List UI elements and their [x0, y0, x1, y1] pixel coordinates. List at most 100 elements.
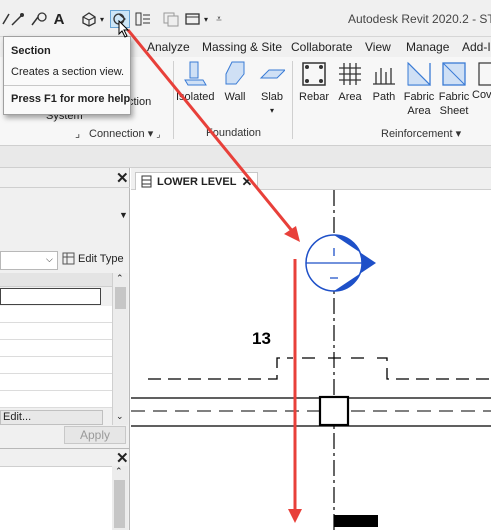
slab-foundation-icon [258, 60, 286, 88]
dropdown-arrow-icon[interactable]: ▾ [202, 10, 210, 28]
group-reinforcement-label: Reinforcement [381, 128, 453, 140]
rebar-button[interactable]: Rebar [296, 60, 332, 104]
dimension-icon[interactable] [10, 10, 26, 28]
wall-label: Wall [224, 91, 246, 103]
scroll-down-icon[interactable]: ⌄ [116, 411, 124, 422]
apply-button-label: Apply [79, 428, 111, 442]
property-row[interactable] [0, 357, 112, 374]
isolated-foundation-icon [181, 60, 209, 88]
tooltip-help: Press F1 for more help [11, 93, 131, 105]
close-icon[interactable]: ✕ [116, 169, 129, 187]
wall-foundation-button[interactable]: Wall [218, 60, 252, 104]
tab-collaborate[interactable]: Collaborate [291, 40, 352, 54]
section-tail-mark [334, 515, 378, 527]
scrollbar-thumb[interactable] [115, 287, 126, 309]
3d-view-icon[interactable] [80, 10, 98, 28]
properties-panel: ✕ ▼ ⌵ Edit Type ⌃ ⌄ Edit... Apply ✕ ⌃ [0, 168, 130, 530]
cover-label: Cov [472, 89, 491, 101]
arrow-head [288, 509, 302, 523]
wall-line[interactable] [131, 397, 491, 427]
scroll-up-icon[interactable]: ⌃ [116, 273, 124, 284]
drawing-canvas[interactable]: 13 [131, 190, 491, 530]
footing-outline[interactable] [148, 357, 491, 380]
floor-plan-drawing[interactable] [131, 190, 491, 530]
property-row[interactable] [0, 374, 112, 391]
measure-icon[interactable] [2, 10, 10, 28]
tab-lower-level[interactable]: LOWER LEVEL ✕ [135, 172, 259, 190]
instance-filter-select[interactable]: ⌵ [0, 251, 58, 270]
tab-view[interactable]: View [365, 40, 391, 54]
property-row[interactable] [0, 306, 112, 323]
path-reinforcement-button[interactable]: Path [369, 60, 399, 104]
slab-foundation-button[interactable]: Slab ▾ [256, 60, 288, 118]
mouse-cursor-icon [118, 20, 130, 38]
group-connection[interactable]: Connection ▾ ⌟ [89, 127, 161, 140]
properties-header [0, 168, 130, 188]
path-reinforcement-icon [370, 60, 398, 88]
tooltip-description: Creates a section view. [11, 66, 125, 78]
property-row[interactable] [0, 323, 112, 340]
fabric-area-label-1: Fabric [403, 91, 435, 103]
view-tab-bar: LOWER LEVEL ✕ [131, 168, 491, 190]
project-browser-scrollbar[interactable]: ⌃ [112, 466, 128, 530]
properties-group-header [0, 273, 112, 287]
tab-manage[interactable]: Manage [406, 40, 449, 54]
connection-action-label[interactable]: ction [128, 95, 151, 109]
floor-plan-icon [141, 175, 152, 188]
group-foundation-label[interactable]: Foundation [206, 127, 261, 139]
dropdown-arrow-icon[interactable]: ▾ [98, 10, 106, 28]
view-tab-title: LOWER LEVEL [157, 175, 237, 188]
isolated-foundation-button[interactable]: Isolated [176, 60, 215, 104]
app-title: Autodesk Revit 2020.2 - STRU [348, 12, 491, 26]
fabric-area-label-2: Area [407, 105, 431, 117]
tab-add-ins[interactable]: Add-Ins [462, 40, 491, 54]
fabric-area-button[interactable]: Fabric Area [402, 60, 436, 118]
type-selector-dropdown-icon[interactable]: ▼ [119, 210, 128, 220]
chevron-down-icon: ⌵ [46, 254, 53, 264]
close-icon[interactable]: ✕ [241, 174, 252, 190]
wall-foundation-icon [221, 60, 249, 88]
grid-label: 13 [252, 329, 271, 348]
options-bar [0, 146, 491, 168]
tag-icon[interactable] [30, 10, 48, 28]
section-tooltip: Section Creates a section view. Press F1… [3, 36, 131, 115]
scroll-up-icon[interactable]: ⌃ [115, 466, 123, 477]
slab-dropdown-icon: ▾ [269, 106, 274, 115]
property-row[interactable] [0, 288, 101, 305]
tab-massing-site[interactable]: Massing & Site [202, 40, 282, 54]
column-symbol[interactable] [318, 395, 350, 427]
thin-lines-icon[interactable] [134, 10, 152, 28]
section-head-icon[interactable] [305, 234, 376, 292]
customize-toolbar-icon[interactable]: ⩡ [214, 10, 224, 28]
tab-analyze[interactable]: Analyze [147, 40, 190, 54]
apply-button[interactable]: Apply [64, 426, 126, 444]
tooltip-title: Section [11, 45, 51, 57]
fabric-sheet-icon [440, 60, 468, 88]
property-row[interactable] [0, 340, 112, 357]
fabric-sheet-label-2: Sheet [439, 105, 469, 117]
edit-type-label: Edit Type [78, 252, 124, 265]
edit-button[interactable]: Edit... [0, 410, 103, 425]
area-reinforcement-button[interactable]: Area [335, 60, 365, 104]
group-separator [292, 61, 293, 139]
group-separator [173, 61, 174, 139]
area-reinforcement-icon [336, 60, 364, 88]
fabric-sheet-label-1: Fabric [438, 91, 470, 103]
quick-access-toolbar: A ▾ ▾ ⩡ Autodesk Revit 2020.2 - STRU [0, 0, 491, 37]
group-reinforcement[interactable]: Reinforcement ▾ [381, 127, 461, 140]
close-icon[interactable]: ✕ [116, 449, 129, 467]
edit-type-icon [62, 252, 75, 265]
area-label: Area [338, 91, 362, 103]
isolated-label: Isolated [176, 91, 215, 103]
properties-scrollbar[interactable]: ⌃ ⌄ [112, 273, 128, 425]
scrollbar-thumb[interactable] [114, 480, 125, 528]
property-row[interactable] [0, 391, 112, 408]
cover-button[interactable]: Cov [472, 60, 491, 102]
edit-type-button[interactable]: Edit Type [62, 252, 124, 265]
switch-windows-icon[interactable] [184, 10, 202, 28]
group-system-expand-icon[interactable]: ⌟ [75, 127, 80, 140]
rebar-label: Rebar [299, 91, 329, 103]
fabric-sheet-button[interactable]: Fabric Sheet [437, 60, 471, 118]
text-icon[interactable]: A [52, 10, 66, 28]
close-hidden-icon[interactable] [162, 10, 180, 28]
